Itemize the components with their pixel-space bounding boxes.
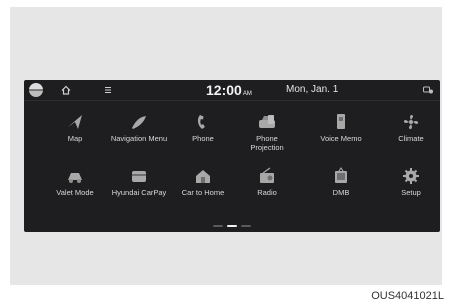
- app-carpay[interactable]: Hyundai CarPay: [104, 165, 174, 209]
- date-label: Mon, Jan. 1: [286, 84, 339, 95]
- app-dmb[interactable]: DMB: [306, 165, 376, 209]
- app-label: DMB: [332, 188, 350, 197]
- page-dot[interactable]: [213, 225, 223, 227]
- phone-projection-icon: [259, 115, 275, 128]
- navigation-menu-icon: [132, 116, 146, 129]
- figure-caption: OUS4041021L: [371, 290, 444, 302]
- app-label: Climate: [398, 134, 424, 143]
- app-label: Phone Projection: [250, 134, 284, 152]
- app-phone-projection[interactable]: Phone Projection: [232, 111, 302, 155]
- app-radio[interactable]: Radio: [232, 165, 302, 209]
- app-label: Hyundai CarPay: [111, 188, 167, 197]
- app-label: Valet Mode: [56, 188, 94, 197]
- app-phone[interactable]: Phone: [168, 111, 238, 155]
- app-label: Radio: [257, 188, 277, 197]
- dmb-icon: [335, 167, 347, 183]
- clock-ampm: AM: [242, 91, 252, 97]
- app-label: Voice Memo: [320, 134, 362, 143]
- map-icon: [68, 115, 82, 129]
- app-voice-memo[interactable]: Voice Memo: [306, 111, 376, 155]
- setup-icon: [403, 168, 419, 184]
- valet-mode-icon: [68, 173, 82, 183]
- app-label: Car to Home: [181, 188, 225, 197]
- home-icon[interactable]: [60, 84, 72, 96]
- clock: 12:00AM: [206, 82, 252, 98]
- app-label: Navigation Menu: [110, 134, 168, 143]
- car-to-home-icon: [196, 170, 210, 183]
- app-label: Setup: [401, 188, 421, 197]
- app-label: Phone: [192, 134, 214, 143]
- climate-icon: [403, 114, 419, 130]
- app-climate[interactable]: Climate: [376, 111, 440, 155]
- radio-icon: [260, 167, 274, 183]
- phone-icon: [197, 115, 205, 129]
- app-car-to-home[interactable]: Car to Home: [168, 165, 238, 209]
- app-navigation-menu[interactable]: Navigation Menu: [104, 111, 174, 155]
- carpay-icon: [132, 171, 146, 182]
- brand-logo[interactable]: [29, 83, 43, 97]
- app-valet-mode[interactable]: Valet Mode: [40, 165, 110, 209]
- page-dot[interactable]: [241, 225, 251, 227]
- app-setup[interactable]: Setup: [376, 165, 440, 209]
- connectivity-status-icon: [423, 86, 433, 94]
- status-divider: [24, 100, 440, 101]
- home-screen: 12:00AM Mon, Jan. 1 Map Navigation Menu Ph…: [24, 80, 440, 232]
- app-label: Map: [67, 134, 83, 143]
- status-bar: 12:00AM Mon, Jan. 1: [24, 80, 440, 100]
- menu-icon[interactable]: [102, 84, 114, 96]
- app-map[interactable]: Map: [40, 111, 110, 155]
- clock-time: 12:00: [206, 82, 242, 98]
- voice-memo-icon: [337, 114, 345, 129]
- page-dot[interactable]: [227, 225, 237, 227]
